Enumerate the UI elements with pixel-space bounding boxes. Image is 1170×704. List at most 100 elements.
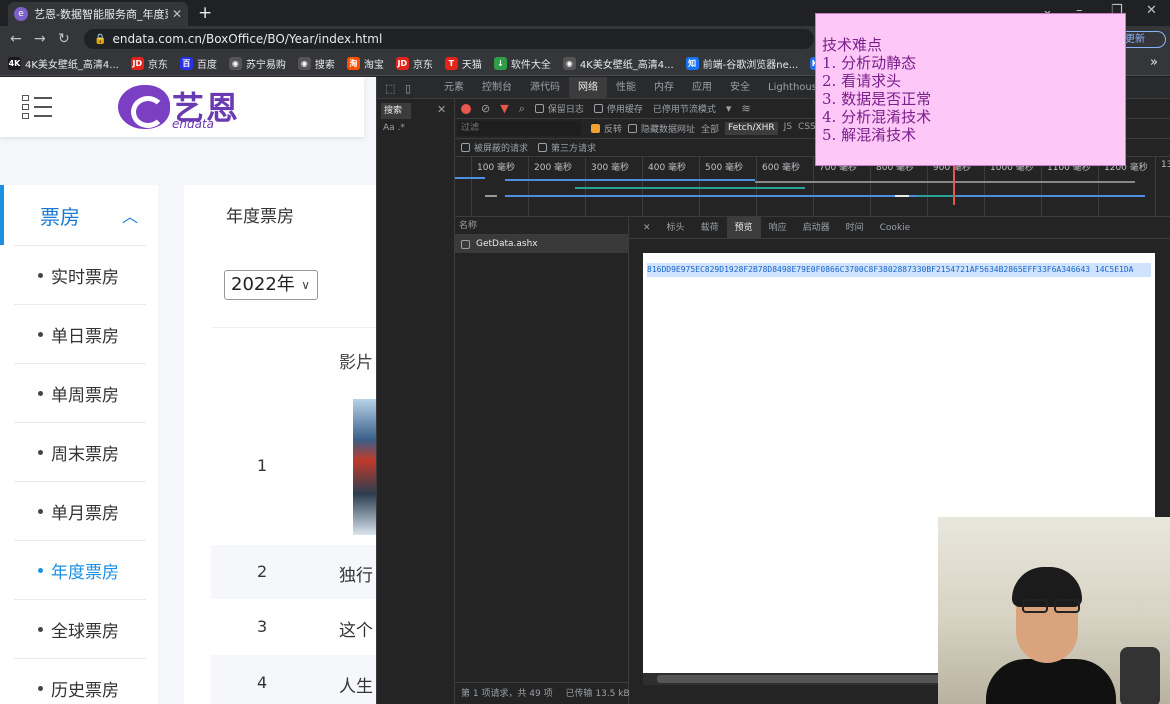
- record-icon[interactable]: [461, 103, 471, 114]
- bookmark-item[interactable]: 百百度: [179, 56, 217, 71]
- devtools-tab[interactable]: 应用: [683, 77, 721, 99]
- bookmark-item[interactable]: ◉ 4K美女壁纸_高清4...: [562, 56, 674, 71]
- sidebar-item[interactable]: 历史票房: [14, 658, 146, 704]
- table-row[interactable]: 4 人生: [211, 655, 376, 704]
- timeline-selection-marker: [953, 165, 955, 205]
- sidebar-item[interactable]: 周末票房: [14, 422, 146, 481]
- bookmark-label: 搜索: [314, 60, 335, 71]
- preview-text[interactable]: 816DD9E975EC829D1928F2B78D8498E79E0F0866…: [647, 263, 1151, 277]
- sidebar-item[interactable]: 单月票房: [14, 481, 146, 540]
- year-select[interactable]: 2022年 ∨: [224, 270, 318, 300]
- clear-icon[interactable]: ⊘: [481, 102, 490, 115]
- inspect-element-icon[interactable]: ⬚: [385, 82, 395, 95]
- dropdown-icon[interactable]: ▾: [726, 102, 732, 115]
- timeline-bar: [575, 187, 805, 189]
- close-search-icon[interactable]: ✕: [437, 103, 446, 116]
- bullet-icon: [38, 449, 43, 455]
- close-tab-icon[interactable]: ✕: [172, 7, 182, 21]
- wifi-icon[interactable]: ≋: [741, 102, 750, 115]
- sidebar-item[interactable]: 实时票房: [14, 245, 146, 304]
- film-cell[interactable]: 独行: [339, 561, 373, 586]
- blocked-requests-label: 被屏蔽的请求: [474, 144, 529, 154]
- devtools-tab[interactable]: 控制台: [473, 77, 521, 99]
- jd-icon: JD: [130, 57, 144, 70]
- disable-cache-checkbox[interactable]: [593, 104, 603, 113]
- 4k-icon: 4K: [8, 57, 21, 70]
- devtools-tab[interactable]: 安全: [721, 77, 759, 99]
- request-list-header[interactable]: 名称: [455, 217, 628, 235]
- bookmark-item[interactable]: T 天猫: [444, 56, 482, 71]
- detail-tab[interactable]: 预览: [726, 216, 761, 239]
- bookmark-item[interactable]: JD 京东: [130, 56, 168, 71]
- bookmark-item[interactable]: ◉ 搜索: [297, 56, 335, 71]
- sidebar-item[interactable]: 单日票房: [14, 304, 146, 363]
- bookmark-item[interactable]: 淘淘宝: [346, 56, 384, 71]
- detail-tab[interactable]: 启动器: [795, 217, 838, 239]
- sidebar-item[interactable]: 全球票房: [14, 599, 146, 658]
- tab-annual-boxoffice[interactable]: 年度票房: [184, 185, 344, 243]
- sidebar-item-label: 单月票房: [51, 503, 119, 524]
- hide-data-urls-checkbox[interactable]: [628, 124, 638, 133]
- bookmark-label: 4K美女壁纸_高清4...: [579, 60, 674, 71]
- blocked-requests-checkbox[interactable]: [461, 143, 470, 152]
- forward-icon[interactable]: →: [34, 31, 46, 47]
- timeline-gridline: [870, 157, 871, 217]
- reload-icon[interactable]: ↻: [58, 31, 70, 47]
- film-cell[interactable]: 人生: [339, 672, 373, 697]
- movie-poster[interactable]: [353, 399, 376, 535]
- device-toolbar-icon[interactable]: ▯: [405, 82, 411, 95]
- filter-icon[interactable]: ▼: [500, 102, 508, 115]
- endata-logo-icon[interactable]: [118, 85, 170, 129]
- invert-checkbox[interactable]: [591, 124, 600, 133]
- table-row[interactable]: 3 这个: [211, 599, 376, 655]
- request-row[interactable]: GetData.ashx: [455, 235, 628, 253]
- table-row[interactable]: 1: [211, 387, 376, 545]
- bookmark-item[interactable]: 知前端-谷歌浏览器ne...: [685, 56, 798, 71]
- third-party-checkbox[interactable]: [538, 143, 548, 152]
- new-tab-icon[interactable]: +: [198, 3, 212, 23]
- menu-icon[interactable]: [22, 95, 52, 119]
- sidebar-section-boxoffice[interactable]: 票房 ︿: [0, 185, 158, 245]
- detail-tab[interactable]: Cookie: [872, 217, 919, 239]
- search-icon[interactable]: ⌕: [519, 102, 525, 116]
- bookmark-item[interactable]: JD 京东: [395, 56, 433, 71]
- devtools-tab[interactable]: 源代码: [521, 77, 569, 99]
- back-icon[interactable]: ←: [10, 31, 22, 47]
- chevron-up-icon[interactable]: ︿: [122, 203, 138, 227]
- detail-tab[interactable]: 载荷: [693, 217, 727, 239]
- search-options[interactable]: Aa .*: [383, 123, 405, 133]
- detail-tab[interactable]: 时间: [838, 217, 872, 239]
- lock-icon[interactable]: 🔒: [94, 34, 106, 45]
- timeline-gridline: [927, 157, 928, 217]
- bookmark-item[interactable]: 4K 4K美女壁纸_高清4...: [8, 56, 119, 71]
- close-detail-icon[interactable]: ✕: [635, 217, 659, 239]
- network-timeline-overview[interactable]: 100 毫秒 200 毫秒 300 毫秒 400 毫秒 500 毫秒 600 毫秒 700 …: [455, 157, 1170, 217]
- film-cell[interactable]: 这个: [339, 616, 373, 641]
- filter-type-button[interactable]: CSS: [798, 122, 816, 135]
- filter-type-button[interactable]: 全部: [701, 122, 719, 135]
- table-row[interactable]: 2 独行: [211, 545, 376, 599]
- detail-tab[interactable]: 响应: [761, 217, 795, 239]
- address-bar[interactable]: 🔒 endata.com.cn/BoxOffice/BO/Year/index.…: [84, 29, 814, 49]
- detail-tab[interactable]: 标头: [659, 217, 693, 239]
- year-select-value: 2022年: [231, 274, 295, 295]
- request-select-checkbox[interactable]: [461, 239, 470, 249]
- devtools-tab[interactable]: 网络: [569, 76, 607, 99]
- more-bookmarks-icon[interactable]: »: [1150, 55, 1158, 70]
- sidebar-item[interactable]: 年度票房: [14, 540, 146, 599]
- preserve-log-checkbox[interactable]: [534, 104, 544, 113]
- filter-type-button[interactable]: JS: [784, 122, 792, 135]
- filter-input[interactable]: 过滤: [457, 121, 581, 136]
- devtools-tab[interactable]: 内存: [645, 77, 683, 99]
- filter-type-button[interactable]: Fetch/XHR: [725, 122, 778, 135]
- throttling-select[interactable]: 已停用节流模式: [653, 102, 716, 115]
- bookmark-item[interactable]: ◉ 苏宁易购: [228, 56, 286, 71]
- bookmark-item[interactable]: ↓ 软件大全: [493, 56, 551, 71]
- devtools-tab[interactable]: 性能: [607, 77, 645, 99]
- timeline-bar: [455, 177, 485, 179]
- browser-tab[interactable]: e 艺恩-数据智能服务商_年度票房 ✕: [8, 2, 188, 26]
- devtools-tab[interactable]: 元素: [435, 77, 473, 99]
- close-window-icon[interactable]: ✕: [1146, 3, 1157, 18]
- search-pane-title: 搜索: [381, 103, 411, 119]
- sidebar-item[interactable]: 单周票房: [14, 363, 146, 422]
